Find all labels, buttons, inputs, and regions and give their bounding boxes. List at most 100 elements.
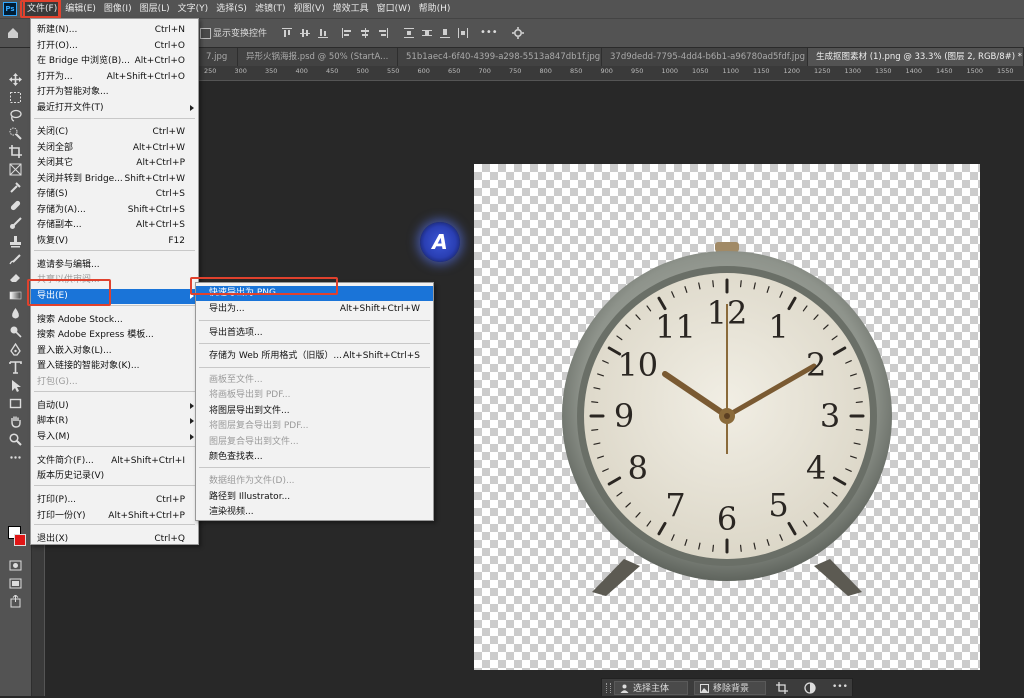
distribute-left-icon[interactable] <box>458 28 468 38</box>
align-vertical-center-icon[interactable] <box>300 28 310 38</box>
file-menu-item[interactable]: 退出(X) Ctrl+Q <box>31 532 198 547</box>
remove-background-button[interactable]: 移除背景 <box>694 681 766 695</box>
file-menu-item[interactable]: 打开为智能对象... <box>31 85 198 100</box>
file-menu-item[interactable]: 导入(M) <box>31 430 198 445</box>
menu-file[interactable]: 文件(F) <box>23 0 62 18</box>
file-menu-item[interactable]: 导出(E) <box>31 289 198 304</box>
brush-tool-icon[interactable] <box>6 216 24 230</box>
file-menu-item[interactable]: 关闭全部 Alt+Ctrl+W <box>31 141 198 156</box>
menu-item[interactable]: 选择(S) <box>212 0 251 18</box>
menu-item[interactable]: 增效工具 <box>329 0 373 18</box>
file-menu-item[interactable]: 打开(O)... Ctrl+O <box>31 39 198 54</box>
share-icon[interactable] <box>6 594 24 608</box>
file-menu-item[interactable]: 关闭(C) Ctrl+W <box>31 125 198 140</box>
align-horizontal-center-icon[interactable] <box>360 28 370 38</box>
export-menu-item[interactable]: 图层复合导出到文件... <box>196 435 433 450</box>
path-selection-tool-icon[interactable] <box>6 378 24 392</box>
export-menu-item[interactable]: 将图层导出到文件... <box>196 404 433 419</box>
file-menu-item[interactable]: 文件简介(F)... Alt+Shift+Ctrl+I <box>31 454 198 469</box>
menu-item[interactable]: 视图(V) <box>289 0 328 18</box>
export-menu-item[interactable]: 存储为 Web 所用格式（旧版）... Alt+Shift+Ctrl+S <box>196 349 433 364</box>
tab-document[interactable]: 37d9dedd-7795-4dd4-b6b1-a96780ad5fdf.jpg <box>602 48 808 66</box>
type-tool-icon[interactable] <box>6 360 24 374</box>
file-menu-item[interactable]: 打印(P)... Ctrl+P <box>31 493 198 508</box>
dodge-tool-icon[interactable] <box>6 324 24 338</box>
crop-icon[interactable] <box>776 682 788 694</box>
rectangle-tool-icon[interactable] <box>6 396 24 410</box>
file-menu-item[interactable]: 关闭其它 Alt+Ctrl+P <box>31 156 198 171</box>
crop-tool-icon[interactable] <box>6 144 24 158</box>
menu-item[interactable]: 编辑(E) <box>61 0 100 18</box>
menu-item[interactable]: 窗口(W) <box>373 0 415 18</box>
marquee-tool-icon[interactable] <box>6 90 24 104</box>
distribute-bottom-icon[interactable] <box>440 28 450 38</box>
show-transform-controls-checkbox[interactable] <box>200 28 211 39</box>
select-subject-button[interactable]: 选择主体 <box>614 681 688 695</box>
distribute-top-icon[interactable] <box>404 28 414 38</box>
file-menu-item[interactable]: 恢复(V) F12 <box>31 234 198 249</box>
tab-document[interactable]: 51b1aec4-6f40-4399-a298-5513a847db1f.jpg <box>398 48 602 66</box>
drag-handle-icon[interactable] <box>606 683 611 693</box>
file-menu-item[interactable]: 打开为... Alt+Shift+Ctrl+O <box>31 70 198 85</box>
file-menu-item[interactable]: 打包(G)... <box>31 375 198 390</box>
pen-tool-icon[interactable] <box>6 342 24 356</box>
export-menu-item[interactable]: 导出为... Alt+Shift+Ctrl+W <box>196 302 433 317</box>
zoom-tool-icon[interactable] <box>6 432 24 446</box>
menu-item[interactable]: 文字(Y) <box>174 0 213 18</box>
export-menu-item[interactable]: 颜色查找表... <box>196 450 433 465</box>
healing-brush-tool-icon[interactable] <box>6 198 24 212</box>
export-menu-item[interactable]: 数据组作为文件(D)... <box>196 474 433 489</box>
tab-document[interactable]: 7.jpg <box>198 48 238 66</box>
export-menu-item[interactable]: 将图层复合导出到 PDF... <box>196 419 433 434</box>
file-menu-item[interactable]: 新建(N)... Ctrl+N <box>31 23 198 38</box>
lasso-tool-icon[interactable] <box>6 108 24 122</box>
file-menu-item[interactable]: 置入嵌入对象(L)... <box>31 344 198 359</box>
file-menu-item[interactable]: 关闭并转到 Bridge... Shift+Ctrl+W <box>31 172 198 187</box>
file-menu-item[interactable]: 在 Bridge 中浏览(B)... Alt+Ctrl+O <box>31 54 198 69</box>
align-left-icon[interactable] <box>342 28 352 38</box>
clone-stamp-tool-icon[interactable] <box>6 234 24 248</box>
quick-export-png-item[interactable]: 快速导出为 PNG <box>196 286 433 301</box>
file-menu-item[interactable]: 脚本(R) <box>31 414 198 429</box>
move-tool-icon[interactable] <box>6 72 24 86</box>
quick-mask-icon[interactable] <box>6 558 24 572</box>
home-icon[interactable] <box>6 26 20 40</box>
file-menu-item[interactable]: 搜索 Adobe Stock... <box>31 313 198 328</box>
gear-icon[interactable] <box>512 27 524 39</box>
more-tools-icon[interactable] <box>6 450 24 464</box>
ai-assistant-badge[interactable]: A <box>420 222 460 262</box>
menu-item[interactable]: 图像(I) <box>100 0 136 18</box>
file-menu-item[interactable]: 共享以供审阅... <box>31 273 198 288</box>
align-bottom-icon[interactable] <box>318 28 328 38</box>
quick-selection-tool-icon[interactable] <box>6 126 24 140</box>
history-brush-tool-icon[interactable] <box>6 252 24 266</box>
file-menu-item[interactable]: 最近打开文件(T) <box>31 101 198 116</box>
menu-item[interactable]: 帮助(H) <box>415 0 455 18</box>
eraser-tool-icon[interactable] <box>6 270 24 284</box>
file-menu-item[interactable]: 打印一份(Y) Alt+Shift+Ctrl+P <box>31 509 198 524</box>
file-menu-item[interactable]: 置入链接的智能对象(K)... <box>31 359 198 374</box>
menu-item[interactable]: 图层(L) <box>136 0 174 18</box>
export-menu-item[interactable]: 导出首选项... <box>196 326 433 341</box>
menu-item[interactable]: 滤镜(T) <box>251 0 290 18</box>
file-menu-item[interactable]: 搜索 Adobe Express 模板... <box>31 328 198 343</box>
align-top-icon[interactable] <box>282 28 292 38</box>
export-menu-item[interactable]: 渲染视频... <box>196 505 433 520</box>
file-menu-item[interactable]: 自动(U) <box>31 399 198 414</box>
tab-active-document[interactable]: 生成抠图素材 (1).png @ 33.3% (图层 2, RGB/8#) * <box>808 48 1024 66</box>
adjustment-icon[interactable] <box>804 682 816 694</box>
file-menu-item[interactable]: 版本历史记录(V) <box>31 469 198 484</box>
distribute-middle-icon[interactable] <box>422 28 432 38</box>
file-menu-item[interactable]: 存储为(A)... Shift+Ctrl+S <box>31 203 198 218</box>
document-canvas[interactable]: 12 1 2 3 4 5 6 7 8 9 10 11 <box>474 164 980 670</box>
gradient-tool-icon[interactable] <box>6 288 24 302</box>
background-color-swatch[interactable] <box>14 534 26 546</box>
more-options-icon[interactable]: ••• <box>832 682 848 694</box>
align-right-icon[interactable] <box>378 28 388 38</box>
export-menu-item[interactable]: 将画板导出到 PDF... <box>196 388 433 403</box>
screen-mode-icon[interactable] <box>6 576 24 590</box>
blur-tool-icon[interactable] <box>6 306 24 320</box>
export-menu-item[interactable]: 路径到 Illustrator... <box>196 490 433 505</box>
hand-tool-icon[interactable] <box>6 414 24 428</box>
file-menu-item[interactable]: 存储副本... Alt+Ctrl+S <box>31 218 198 233</box>
